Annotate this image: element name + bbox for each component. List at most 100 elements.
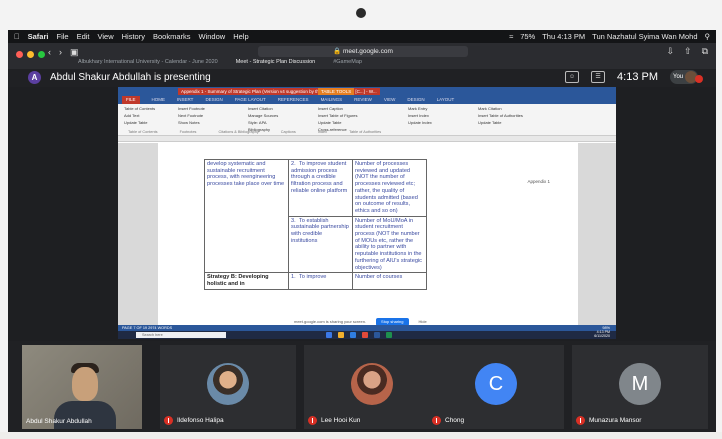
participant-letter-avatar: C <box>475 363 517 405</box>
participant-tile[interactable]: Lee Hooi Kun <box>304 345 440 429</box>
ribbon-update-index[interactable]: Update Index <box>408 120 432 125</box>
video-face <box>72 367 98 401</box>
close-window-button[interactable] <box>16 51 23 58</box>
ribbon-mark-entry[interactable]: Mark Entry <box>408 106 432 111</box>
menu-help[interactable]: Help <box>233 32 248 41</box>
participant-tile-video[interactable]: Abdul Shakur Abdullah <box>22 345 142 429</box>
ribbon-insert-citation[interactable]: Insert Citation <box>248 106 278 111</box>
word-tab-file[interactable]: FILE <box>122 96 140 104</box>
participant-name: Munazura Mansor <box>576 416 641 425</box>
tab-calendar[interactable]: Albukhary International University - Cal… <box>78 59 218 65</box>
menu-window[interactable]: Window <box>199 32 226 41</box>
wifi-icon[interactable]: ≈ <box>509 32 513 41</box>
participant-tile[interactable]: Ildefonso Halipa <box>160 345 296 429</box>
ribbon-update-table[interactable]: Update Table <box>124 120 155 125</box>
ribbon-update-table-authorities[interactable]: Update Table <box>478 120 523 125</box>
participant-tile[interactable]: C Chong <box>428 345 564 429</box>
participant-name-text: Ildefonso Halipa <box>177 417 224 424</box>
file-explorer-icon[interactable] <box>338 332 344 338</box>
word-tab-table-design[interactable]: DESIGN <box>407 96 424 104</box>
ruler[interactable] <box>118 136 616 142</box>
taskbar-icons <box>326 332 392 338</box>
tab-meet[interactable]: Meet - Strategic Plan Discussion <box>236 59 315 65</box>
sidebar-icon[interactable]: ▣ <box>70 47 79 58</box>
menubar-user[interactable]: Tun Nazhatul Syima Wan Mohd <box>592 32 697 41</box>
forward-icon[interactable]: › <box>59 47 62 58</box>
word-tab-mailings[interactable]: MAILINGS <box>321 96 343 104</box>
lock-icon: 🔒 <box>333 48 342 55</box>
word-tab-view[interactable]: VIEW <box>384 96 396 104</box>
share-icon[interactable]: ⇧ <box>684 46 692 57</box>
table-cell[interactable]: 2. To improve student admission process t… <box>288 159 353 217</box>
menu-bookmarks[interactable]: Bookmarks <box>153 32 191 41</box>
word-tab-table-layout[interactable]: LAYOUT <box>437 96 455 104</box>
ribbon-mark-citation[interactable]: Mark Citation <box>478 106 523 111</box>
table-cell[interactable]: 1. To improve <box>288 272 353 290</box>
table-cell[interactable]: Number of MoU/MoA in student recruitment… <box>352 215 427 274</box>
menu-file[interactable]: File <box>56 32 68 41</box>
taskbar-search[interactable]: Search here <box>136 332 226 338</box>
task-view-icon[interactable] <box>326 332 332 338</box>
windows-taskbar: Search here 4:13 PM 6/11/2020 <box>118 330 616 339</box>
battery-percent[interactable]: 75% <box>520 32 535 41</box>
table-cell[interactable]: develop systematic and sustainable recru… <box>204 158 289 274</box>
cell-text: Number of MoU/MoA in student recruitment… <box>355 217 422 271</box>
ribbon-manage-sources[interactable]: Manage Sources <box>248 113 278 118</box>
chrome-icon[interactable] <box>362 332 368 338</box>
strategy-table[interactable]: develop systematic and sustainable recru… <box>204 158 427 290</box>
table-cell[interactable]: Number of processes reviewed and updated… <box>352 159 427 217</box>
menu-edit[interactable]: Edit <box>77 32 90 41</box>
menu-view[interactable]: View <box>98 32 114 41</box>
mic-off-indicator <box>695 75 703 83</box>
ribbon-add-text[interactable]: Add Text <box>124 113 155 118</box>
back-icon[interactable]: ‹ <box>48 47 51 58</box>
ribbon-update-table-figures[interactable]: Update Table <box>318 120 358 125</box>
excel-icon[interactable] <box>386 332 392 338</box>
cell-number: 2. <box>291 161 296 167</box>
tab-gamemap[interactable]: #GameMap <box>333 59 362 65</box>
edge-icon[interactable] <box>350 332 356 338</box>
address-bar[interactable]: 🔒 meet.google.com <box>258 46 468 57</box>
minimize-window-button[interactable] <box>27 51 34 58</box>
ribbon-label-authorities: Table of Authorities <box>349 130 382 134</box>
word-tab-insert[interactable]: INSERT <box>177 96 193 104</box>
table-cell[interactable]: Number of courses <box>352 272 427 290</box>
word-tab-design[interactable]: DESIGN <box>205 96 222 104</box>
ribbon-table-of-contents[interactable]: Table of Contents <box>124 106 155 111</box>
spotlight-icon[interactable]: ⚲ <box>705 32 711 41</box>
ribbon-insert-index[interactable]: Insert Index <box>408 113 432 118</box>
ribbon-insert-footnote[interactable]: Insert Footnote <box>178 106 205 111</box>
cell-text: To establish sustainable partnership wit… <box>291 217 349 244</box>
word-icon[interactable] <box>374 332 380 338</box>
tabs-icon[interactable]: ⧉ <box>702 46 708 57</box>
cell-number: 3. <box>291 217 296 224</box>
menu-app-safari[interactable]: Safari <box>28 32 49 41</box>
ribbon-style[interactable]: Style: APA <box>248 120 278 125</box>
participant-tile[interactable]: M Munazura Mansor <box>572 345 708 429</box>
participants-icon[interactable]: ☺ <box>565 71 580 83</box>
menu-history[interactable]: History <box>122 32 145 41</box>
menubar-clock[interactable]: Thu 4:13 PM <box>542 32 585 41</box>
table-cell[interactable]: 3. To establish sustainable partnership w… <box>288 215 353 274</box>
ribbon-next-footnote[interactable]: Next Footnote <box>178 113 205 118</box>
appendix-label: Appendix 1 <box>527 179 550 184</box>
word-tab-page-layout[interactable]: PAGE LAYOUT <box>235 96 266 104</box>
download-icon[interactable]: ⇩ <box>666 46 674 57</box>
webcam-dot <box>356 8 366 18</box>
ribbon-insert-caption[interactable]: Insert Caption <box>318 106 358 111</box>
word-tab-home[interactable]: HOME <box>152 96 166 104</box>
ribbon-insert-table-of-authorities[interactable]: Insert Table of Authorities <box>478 113 523 118</box>
table-cell[interactable]: Strategy B: Developing holistic and in <box>204 272 289 290</box>
word-tab-references[interactable]: REFERENCES <box>278 96 309 104</box>
ribbon-insert-table-of-figures[interactable]: Insert Table of Figures <box>318 113 358 118</box>
chat-icon[interactable]: ☰ <box>591 71 606 83</box>
participant-strip: Abdul Shakur Abdullah Ildefonso Halipa L… <box>8 341 716 432</box>
ribbon-show-notes[interactable]: Show Notes <box>178 120 205 125</box>
zoom-window-button[interactable] <box>38 51 45 58</box>
participant-name: Chong <box>432 416 464 425</box>
apple-icon[interactable]:  <box>14 32 20 41</box>
word-tab-review[interactable]: REVIEW <box>354 96 372 104</box>
table-row: develop systematic and sustainable recru… <box>204 158 427 274</box>
safari-toolbar: ‹ › ▣ 🔒 meet.google.com Albukhary Intern… <box>8 43 716 69</box>
self-view-badge[interactable]: You <box>670 70 703 84</box>
